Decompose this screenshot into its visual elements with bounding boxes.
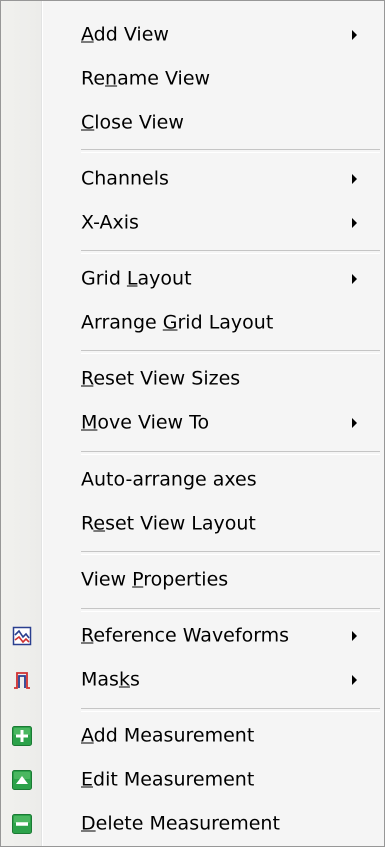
menu-separator bbox=[81, 608, 380, 612]
menu-separator bbox=[81, 149, 380, 153]
menu-item-reference-waveforms[interactable]: Reference Waveforms bbox=[1, 614, 384, 658]
menu-item-label: Move View To bbox=[81, 411, 210, 434]
menu-item-reset-view-layout[interactable]: Reset View Layout bbox=[1, 502, 384, 546]
submenu-arrow-icon bbox=[352, 174, 357, 184]
menu-item-channels[interactable]: Channels bbox=[1, 157, 384, 201]
submenu-arrow-icon bbox=[352, 30, 357, 40]
menu-item-reset-view-sizes[interactable]: Reset View Sizes bbox=[1, 357, 384, 401]
menu-separator bbox=[81, 350, 380, 354]
edit-measurement-icon bbox=[11, 769, 33, 791]
menu-item-add-measurement[interactable]: Add Measurement bbox=[1, 714, 384, 758]
menu-item-arrange-grid-layout[interactable]: Arrange Grid Layout bbox=[1, 301, 384, 345]
context-menu: Add View Rename View Close View Channels… bbox=[0, 0, 385, 847]
menu-item-label: Auto-arrange axes bbox=[81, 468, 257, 491]
menu-item-close-view[interactable]: Close View bbox=[1, 101, 384, 145]
reference-waveform-icon bbox=[11, 625, 33, 647]
menu-item-grid-layout[interactable]: Grid Layout bbox=[1, 257, 384, 301]
menu-item-label: X-Axis bbox=[81, 211, 139, 234]
menu-item-label: Reset View Layout bbox=[81, 512, 256, 535]
menu-item-label: Add View bbox=[81, 23, 169, 46]
submenu-arrow-icon bbox=[352, 631, 357, 641]
mask-icon bbox=[11, 669, 33, 691]
submenu-arrow-icon bbox=[352, 218, 357, 228]
delete-measurement-icon bbox=[11, 813, 33, 835]
menu-item-edit-measurement[interactable]: Edit Measurement bbox=[1, 758, 384, 802]
add-measurement-icon bbox=[11, 725, 33, 747]
menu-separator bbox=[81, 708, 380, 712]
menu-item-label: Add Measurement bbox=[81, 724, 255, 747]
menu-item-label: Close View bbox=[81, 111, 184, 134]
menu-item-label: Edit Measurement bbox=[81, 768, 255, 791]
menu-separator bbox=[81, 551, 380, 555]
menu-separator bbox=[81, 451, 380, 455]
submenu-arrow-icon bbox=[352, 418, 357, 428]
menu-item-label: Grid Layout bbox=[81, 267, 192, 290]
menu-item-x-axis[interactable]: X-Axis bbox=[1, 201, 384, 245]
menu-item-label: Reference Waveforms bbox=[81, 624, 290, 647]
menu-item-add-view[interactable]: Add View bbox=[1, 13, 384, 57]
menu-item-label: Channels bbox=[81, 167, 169, 190]
menu-item-masks[interactable]: Masks bbox=[1, 658, 384, 702]
menu-item-label: Arrange Grid Layout bbox=[81, 311, 274, 334]
menu-item-label: Delete Measurement bbox=[81, 812, 280, 835]
menu-item-view-properties[interactable]: View Properties bbox=[1, 558, 384, 602]
menu-item-rename-view[interactable]: Rename View bbox=[1, 57, 384, 101]
menu-separator bbox=[81, 250, 380, 254]
menu-item-label: Masks bbox=[81, 668, 140, 691]
menu-item-delete-measurement[interactable]: Delete Measurement bbox=[1, 802, 384, 846]
menu-item-label: Rename View bbox=[81, 67, 211, 90]
menu-item-label: View Properties bbox=[81, 568, 229, 591]
menu-item-move-view-to[interactable]: Move View To bbox=[1, 401, 384, 445]
menu-item-auto-arrange-axes[interactable]: Auto-arrange axes bbox=[1, 458, 384, 502]
submenu-arrow-icon bbox=[352, 274, 357, 284]
menu-item-label: Reset View Sizes bbox=[81, 367, 241, 390]
submenu-arrow-icon bbox=[352, 675, 357, 685]
